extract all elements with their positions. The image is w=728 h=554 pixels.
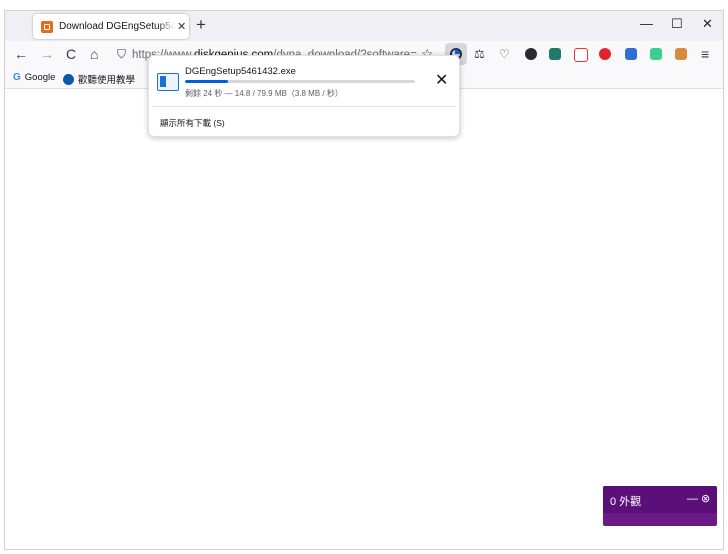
google-icon: G (13, 72, 21, 83)
forward-button[interactable]: → (40, 46, 54, 62)
site-favicon-icon (41, 20, 53, 33)
extension-9-icon[interactable] (525, 48, 537, 60)
executable-file-icon (157, 73, 179, 91)
download-progress-bar (185, 80, 415, 83)
tab-close-icon[interactable]: ✕ (177, 20, 186, 33)
panel-divider (153, 106, 455, 107)
tracking-shield-icon[interactable]: ⛉ (117, 46, 126, 62)
widget-count: 0 外觀 (610, 496, 642, 508)
extension-green-icon[interactable] (650, 48, 662, 60)
maximize-button[interactable]: ☐ (671, 16, 683, 32)
download-status: 剩餘 24 秒 — 14.8 / 79.9 MB（3.8 MB / 秒） (185, 89, 343, 98)
menu-icon[interactable]: ≡ (701, 46, 709, 62)
minimize-button[interactable]: — (640, 16, 653, 31)
floating-widget[interactable]: 0 外觀 — ⊗ (603, 486, 717, 526)
show-all-downloads-link[interactable]: 顯示所有下載 (S) (160, 117, 225, 129)
widget-controls[interactable]: — ⊗ (687, 492, 710, 505)
home-button[interactable]: ⌂ (90, 46, 98, 62)
title-bar: Download DGEngSetup5461432 ✕ + — ☐ ✕ (5, 11, 723, 41)
adblock-plus-icon[interactable] (599, 48, 611, 60)
back-button[interactable]: ← (14, 46, 28, 62)
bookmark-label: 歡聽使用教學 (78, 75, 136, 86)
extension-orange-icon[interactable] (675, 48, 687, 60)
reload-button[interactable]: C (66, 46, 76, 62)
account-icon[interactable]: ♡ (499, 46, 510, 62)
extension-badge-icon[interactable] (625, 48, 637, 60)
firefox-help-icon (63, 73, 74, 85)
bookmark-tutorial[interactable]: 歡聽使用教學 (63, 72, 135, 86)
close-window-button[interactable]: ✕ (702, 16, 713, 32)
new-tab-button[interactable]: + (196, 15, 206, 35)
downloads-panel: DGEngSetup5461432.exe 剩餘 24 秒 — 14.8 / 7… (148, 55, 460, 137)
extension-red-icon[interactable] (574, 48, 588, 62)
extension-translate-icon[interactable] (549, 48, 561, 60)
tab-title: Download DGEngSetup5461432 (59, 21, 175, 32)
bookmark-google[interactable]: G Google (13, 72, 55, 83)
cancel-download-button[interactable]: ✕ (435, 70, 448, 90)
download-filename[interactable]: DGEngSetup5461432.exe (185, 66, 296, 77)
bookmark-label: Google (24, 72, 56, 83)
download-progress-fill (185, 80, 228, 83)
tab-active[interactable]: Download DGEngSetup5461432 ✕ (33, 14, 189, 39)
pocket-icon[interactable]: ⚖ (474, 46, 485, 62)
